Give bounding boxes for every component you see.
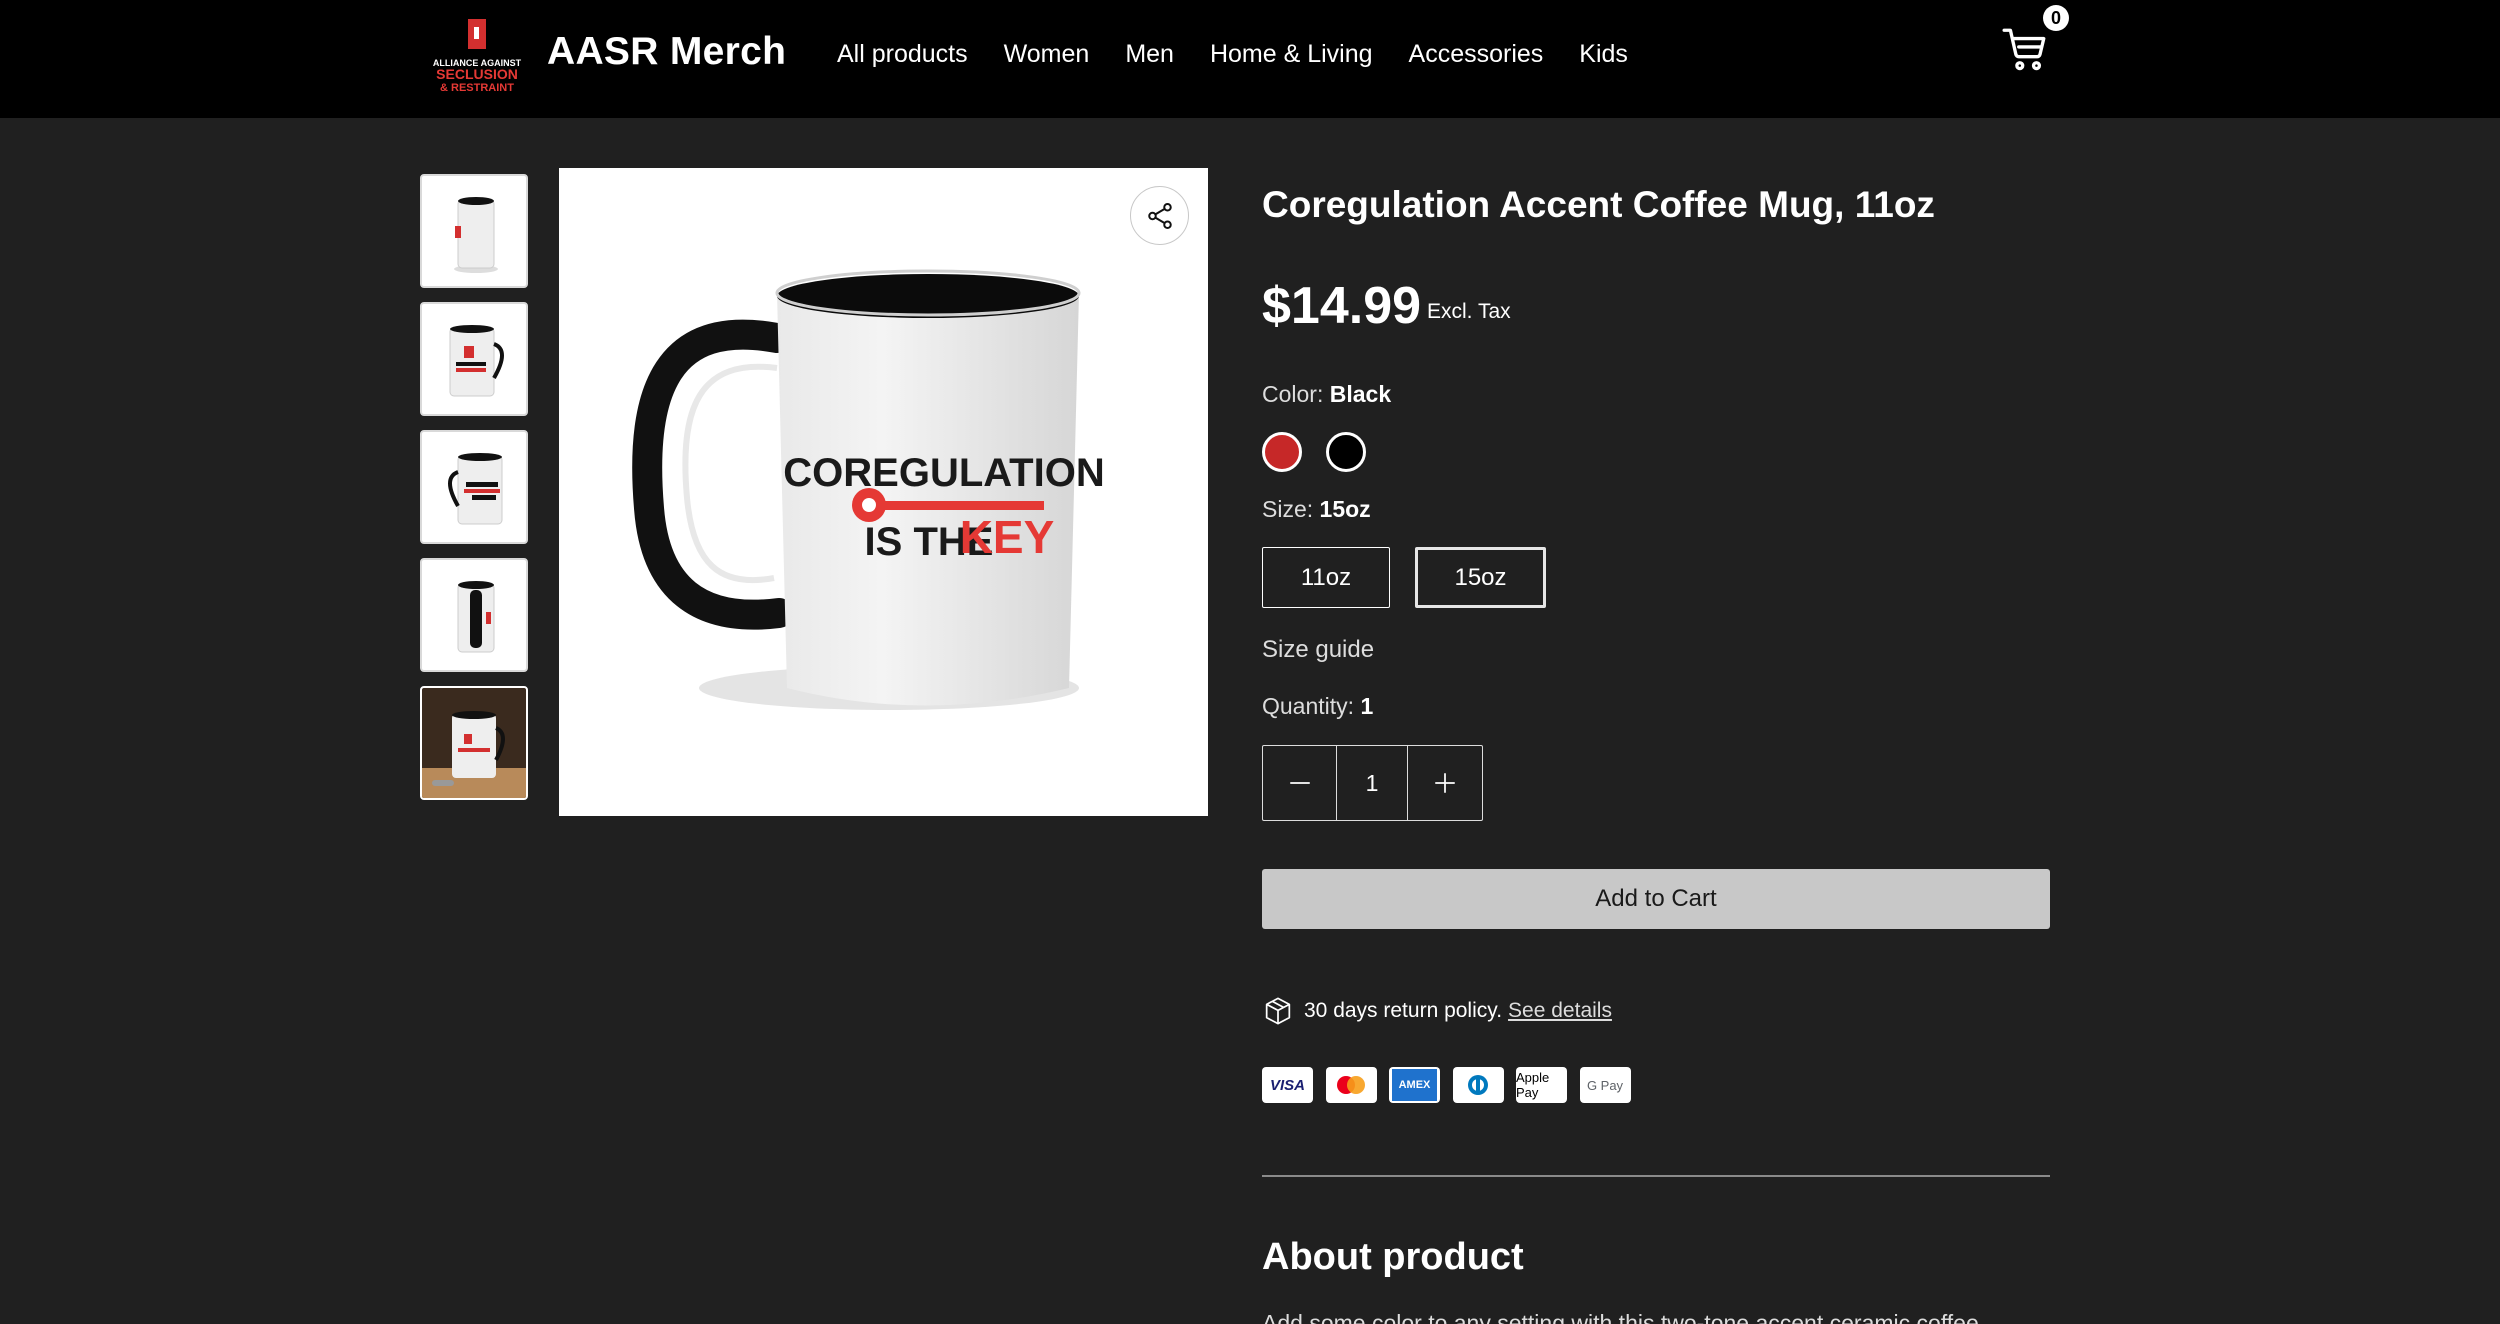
thumbnail-4[interactable]: [420, 558, 528, 672]
color-swatch-red[interactable]: [1262, 432, 1302, 472]
svg-text:& RESTRAINT: & RESTRAINT: [440, 82, 514, 94]
see-details-link[interactable]: See details: [1508, 999, 1612, 1023]
brand-logo[interactable]: ALLIANCE AGAINST SECLUSION & RESTRAINT: [430, 17, 524, 95]
quantity-label: Quantity:: [1262, 693, 1355, 719]
size-value: 15oz: [1319, 496, 1371, 522]
thumbnail-3[interactable]: [420, 430, 528, 544]
apple-pay-icon: Apple Pay: [1516, 1067, 1567, 1103]
share-button[interactable]: [1130, 186, 1189, 245]
main-product-image: COREGULATION IS THE KEY: [559, 168, 1208, 816]
mastercard-icon: [1325, 1067, 1377, 1103]
size-label-row: Size: 15oz: [1262, 496, 1371, 523]
quantity-stepper: 1: [1262, 745, 1483, 821]
add-to-cart-button[interactable]: Add to Cart: [1262, 869, 2050, 929]
nav-all-products[interactable]: All products: [837, 40, 968, 69]
return-policy: 30 days return policy. See details: [1262, 995, 1612, 1027]
nav-home-living[interactable]: Home & Living: [1210, 40, 1373, 69]
amex-icon: AMEX: [1389, 1067, 1440, 1103]
return-policy-text: 30 days return policy.: [1304, 999, 1503, 1022]
share-icon: [1147, 202, 1172, 229]
minus-icon: [1289, 782, 1310, 784]
cart-icon[interactable]: [2000, 24, 2050, 74]
google-pay-icon: G Pay: [1579, 1067, 1631, 1103]
visa-icon: VISA: [1262, 1067, 1313, 1103]
plus-icon: [1434, 773, 1455, 793]
nav-men[interactable]: Men: [1125, 40, 1174, 69]
size-guide-link[interactable]: Size guide: [1262, 636, 1374, 664]
payment-methods: VISA AMEX Apple Pay G Pay: [1262, 1067, 1643, 1103]
size-option-11oz[interactable]: 11oz: [1262, 547, 1390, 608]
section-divider: [1262, 1175, 2050, 1177]
color-swatch-black[interactable]: [1326, 432, 1366, 472]
about-product-heading: About product: [1262, 1236, 1524, 1278]
main-nav: All products Women Men Home & Living Acc…: [837, 40, 1664, 69]
product-price: $14.99: [1262, 277, 1422, 335]
about-product-text: Add some color to any setting with this …: [1262, 1310, 1979, 1324]
mug-print-key: KEY: [960, 511, 1055, 563]
size-label: Size:: [1262, 496, 1314, 522]
thumbnail-2[interactable]: [420, 302, 528, 416]
quantity-label-value: 1: [1360, 693, 1374, 719]
color-label-row: Color: Black: [1262, 381, 1391, 408]
nav-accessories[interactable]: Accessories: [1409, 40, 1544, 69]
thumbnail-5[interactable]: [420, 686, 528, 800]
box-icon: [1265, 997, 1291, 1025]
diners-icon: [1452, 1067, 1504, 1103]
thumbnail-1[interactable]: [420, 174, 528, 288]
product-title: Coregulation Accent Coffee Mug, 11oz: [1262, 184, 1935, 225]
tax-note: Excl. Tax: [1427, 300, 1511, 323]
size-option-15oz[interactable]: 15oz: [1415, 547, 1546, 608]
quantity-input[interactable]: 1: [1336, 746, 1408, 820]
color-value: Black: [1329, 381, 1392, 407]
site-header: ALLIANCE AGAINST SECLUSION & RESTRAINT A…: [0, 0, 2500, 118]
svg-text:SECLUSION: SECLUSION: [436, 66, 518, 82]
nav-women[interactable]: Women: [1004, 40, 1090, 69]
mug-print-line1: COREGULATION: [783, 451, 1104, 495]
nav-kids[interactable]: Kids: [1579, 40, 1628, 69]
color-label: Color:: [1262, 381, 1324, 407]
quantity-label-row: Quantity: 1: [1262, 693, 1373, 720]
cart-count-badge: 0: [2043, 5, 2069, 31]
brand-name[interactable]: AASR Merch: [547, 30, 786, 74]
quantity-increase-button[interactable]: [1408, 746, 1481, 820]
quantity-decrease-button[interactable]: [1263, 746, 1336, 820]
